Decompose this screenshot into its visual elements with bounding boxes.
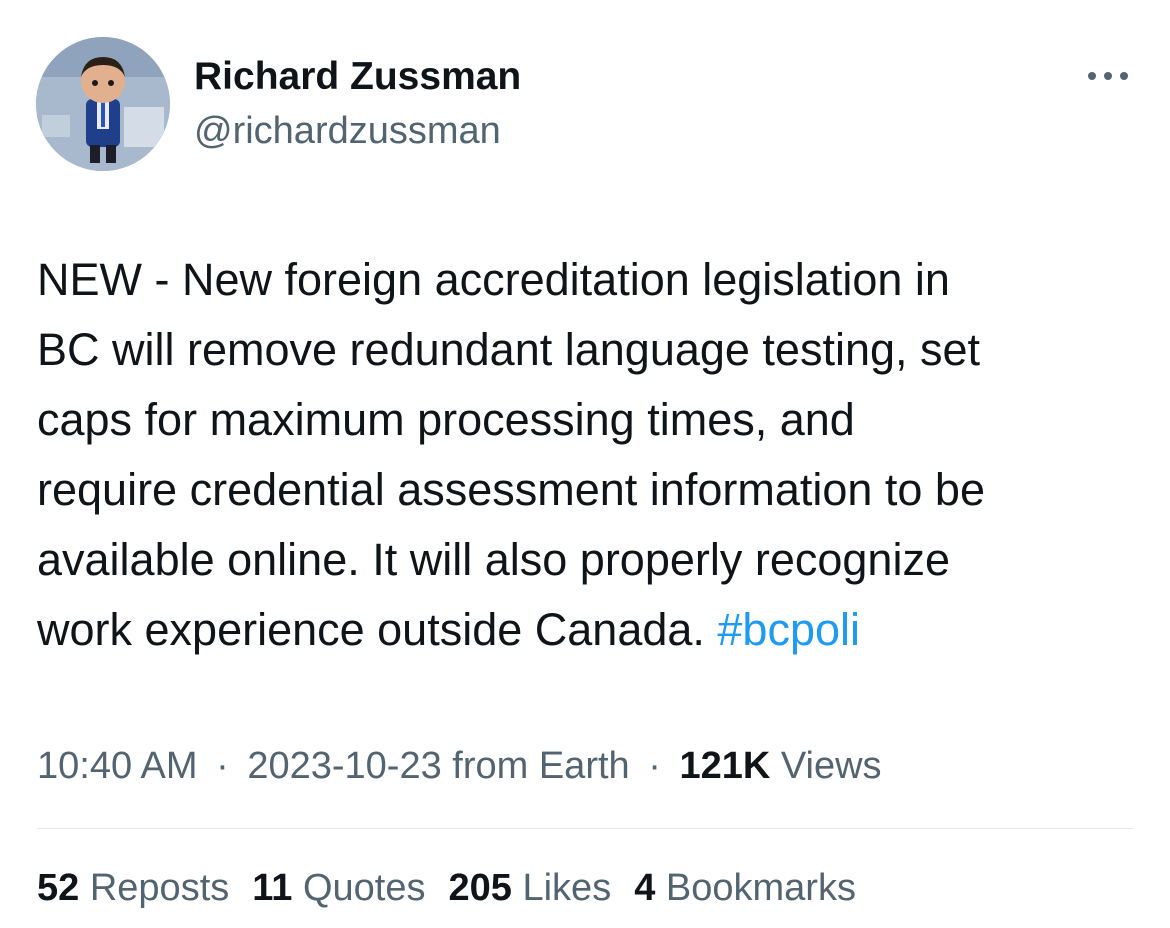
tweet-text-line: caps for maximum processing times, and xyxy=(37,394,855,445)
bookmarks-count: 4 xyxy=(634,867,656,909)
tweet-time[interactable]: 10:40 AM xyxy=(37,745,198,787)
quotes-label: Quotes xyxy=(302,867,426,909)
tweet-text-line: require credential assessment informatio… xyxy=(37,464,985,515)
more-horizontal-icon[interactable] xyxy=(1086,62,1130,90)
tweet-text-last-line: work experience outside Canada. #bcpoli xyxy=(37,595,1147,665)
reposts-count: 52 xyxy=(37,867,80,909)
tweet-card: Richard Zussman @richardzussman NEW - Ne… xyxy=(0,0,1170,928)
bookmarks-stat[interactable]: 4 Bookmarks xyxy=(634,860,856,916)
views-label: Views xyxy=(780,745,882,787)
likes-label: Likes xyxy=(522,867,612,909)
quotes-stat[interactable]: 11 Quotes xyxy=(252,860,425,916)
tweet-text-line: NEW - New foreign accreditation legislat… xyxy=(37,254,950,305)
tweet-metadata: 10:40 AM · 2023-10-23 from Earth · 121K … xyxy=(37,738,882,794)
author-name[interactable]: Richard Zussman xyxy=(194,53,521,101)
author-handle[interactable]: @richardzussman xyxy=(194,107,501,155)
hashtag-link[interactable]: #bcpoli xyxy=(717,604,860,655)
likes-stat[interactable]: 205 Likes xyxy=(449,860,612,916)
separator-dot: · xyxy=(648,745,661,787)
tweet-date-source[interactable]: 2023-10-23 from Earth xyxy=(247,745,629,787)
reposts-label: Reposts xyxy=(89,867,230,909)
views-count: 121K xyxy=(679,745,771,787)
tweet-text-line: work experience outside Canada. xyxy=(37,604,718,655)
bookmarks-label: Bookmarks xyxy=(665,867,856,909)
tweet-text-line: available online. It will also properly … xyxy=(37,534,950,585)
avatar-figure-image xyxy=(36,37,170,171)
likes-count: 205 xyxy=(448,867,512,909)
reposts-stat[interactable]: 52 Reposts xyxy=(37,860,229,916)
quotes-count: 11 xyxy=(252,867,293,909)
divider xyxy=(37,828,1134,829)
tweet-text-line: BC will remove redundant language testin… xyxy=(37,324,981,375)
engagement-stats: 52 Reposts 11 Quotes 205 Likes 4 Bookmarks xyxy=(37,860,879,916)
separator-dot: · xyxy=(216,745,229,787)
tweet-text: NEW - New foreign accreditation legislat… xyxy=(37,245,1147,665)
avatar[interactable] xyxy=(36,37,170,171)
